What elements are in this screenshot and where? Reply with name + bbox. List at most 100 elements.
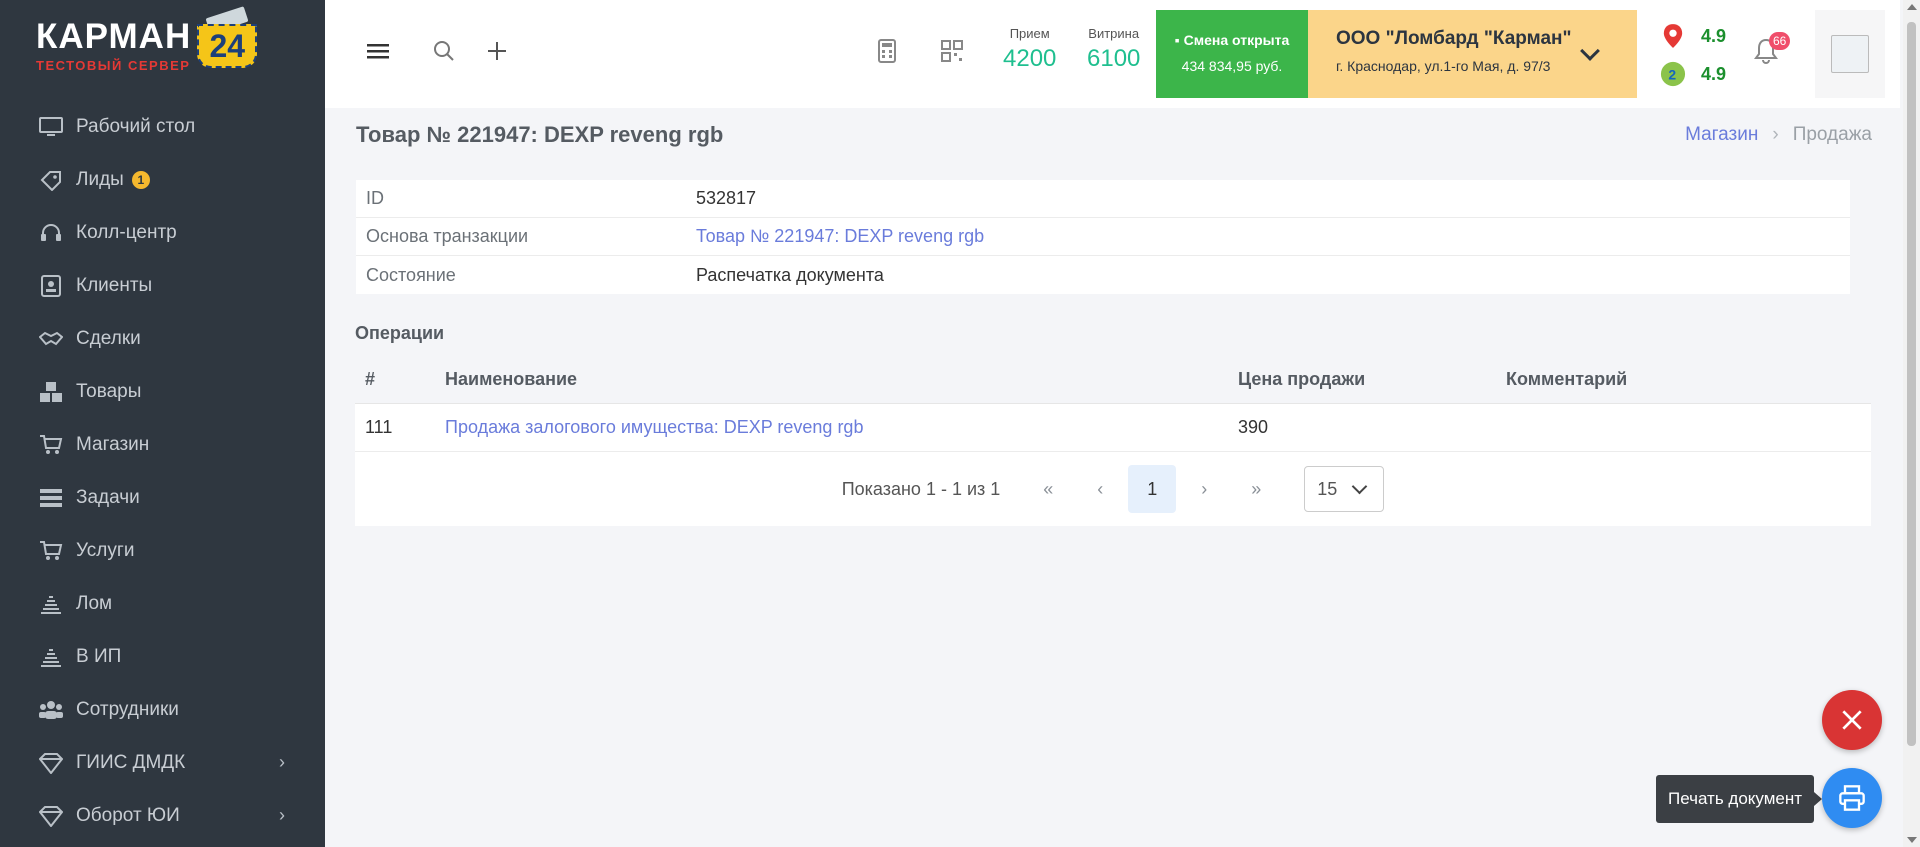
leads-count-badge: 1: [131, 170, 150, 189]
operations-heading: Операции: [355, 323, 445, 343]
rating-value: 4.9: [1701, 25, 1727, 46]
sidebar-item-employees[interactable]: Сотрудники: [0, 683, 325, 736]
top-header: Прием 4200 Витрина 6100 ▪ Смена открыта …: [325, 0, 1900, 108]
sidebar-item-desktop[interactable]: Рабочий стол: [0, 100, 325, 153]
sidebar-item-shop[interactable]: Магазин: [0, 418, 325, 471]
column-header[interactable]: #: [355, 369, 445, 390]
sidebar-item-label: Услуги: [76, 539, 135, 561]
pagination: Показано 1 - 1 из 1 « ‹ 1 › » 15: [355, 452, 1871, 526]
sidebar-item-clients[interactable]: Клиенты: [0, 259, 325, 312]
stat-value: 4200: [1003, 45, 1057, 72]
org-address: г. Краснодар, ул.1-го Мая, д. 97/3: [1336, 58, 1551, 74]
print-tooltip: Печать документ: [1656, 775, 1823, 823]
scroll-up-arrow-icon[interactable]: [1907, 4, 1917, 10]
calculator-icon[interactable]: [872, 36, 902, 66]
operations-table: # Наименование Цена продажи Комментарий …: [355, 356, 1871, 526]
page-button[interactable]: 1: [1128, 465, 1177, 513]
chevron-right-icon: ›: [1772, 124, 1779, 145]
stat-vitrina: Витрина 6100: [1087, 26, 1140, 73]
sidebar-item-goods[interactable]: Товары: [0, 365, 325, 418]
sidebar-item-giis-dmdk[interactable]: ГИИС ДМДК ›: [0, 736, 325, 789]
organization-selector[interactable]: ООО "Ломбард "Карман" г. Краснодар, ул.1…: [1308, 10, 1637, 98]
menu-toggle-icon[interactable]: [363, 36, 393, 66]
breadcrumb: Магазин › Продажа: [1685, 124, 1872, 146]
monitor-icon: [38, 116, 64, 138]
sidebar-item-label: Колл-центр: [76, 221, 177, 243]
details-key: Основа транзакции: [366, 226, 529, 246]
next-page-button[interactable]: ›: [1180, 465, 1228, 513]
boxes-icon: [38, 381, 64, 403]
headset-icon: [38, 222, 64, 244]
sidebar: КАРМАН ТЕСТОВЫЙ СЕРВЕР 24 Рабочий стол Л…: [0, 0, 325, 847]
tasks-icon: [38, 487, 64, 509]
scroll-down-arrow-icon[interactable]: [1907, 837, 1917, 843]
logo-word: КАРМАН: [36, 17, 192, 56]
stat-label: Прием: [1009, 26, 1050, 41]
cart-icon: [38, 434, 64, 456]
printer-icon: [1839, 785, 1865, 811]
shift-status-panel[interactable]: ▪ Смена открыта 434 834,95 руб.: [1156, 10, 1308, 98]
scrollbar-thumb[interactable]: [1907, 22, 1916, 746]
breadcrumb-shop-link[interactable]: Магазин: [1685, 124, 1758, 145]
close-icon: [1842, 710, 1862, 730]
details-key: ID: [366, 188, 384, 208]
rating-map[interactable]: 4.9: [1659, 22, 1726, 50]
sidebar-item-label: В ИП: [76, 645, 122, 667]
sidebar-item-ip[interactable]: В ИП: [0, 630, 325, 683]
page-title: Товар № 221947: DEXP reveng rgb: [356, 122, 724, 147]
first-page-button[interactable]: «: [1024, 465, 1072, 513]
operation-link[interactable]: Продажа залогового имущества: DEXP reven…: [445, 417, 1238, 438]
last-page-button[interactable]: »: [1232, 465, 1280, 513]
stat-priem: Прием 4200: [1003, 26, 1056, 73]
page-size-select[interactable]: 15: [1304, 466, 1385, 512]
column-header[interactable]: Комментарий: [1506, 369, 1871, 390]
diamond-icon: [38, 805, 64, 827]
rating-2gis[interactable]: 2 4.9: [1659, 60, 1726, 88]
sidebar-item-deals[interactable]: Сделки: [0, 312, 325, 365]
sidebar-item-scrap[interactable]: Лом: [0, 577, 325, 630]
table-cell: 390: [1238, 417, 1269, 437]
add-icon[interactable]: [482, 36, 512, 66]
details-row: ID 532817: [356, 180, 1850, 218]
logo-badge: 24: [195, 6, 259, 70]
column-header[interactable]: Наименование: [445, 369, 1238, 390]
user-avatar[interactable]: [1815, 10, 1885, 98]
logo[interactable]: КАРМАН ТЕСТОВЫЙ СЕРВЕР 24: [0, 0, 325, 100]
notifications-bell-icon[interactable]: 66: [1751, 32, 1791, 72]
close-fab-button[interactable]: [1822, 690, 1882, 750]
breadcrumb-current: Продажа: [1792, 124, 1872, 145]
sidebar-item-leads[interactable]: Лиды 1: [0, 153, 325, 206]
column-header[interactable]: Цена продажи: [1238, 369, 1506, 390]
print-document-button[interactable]: [1822, 768, 1882, 828]
qr-code-icon[interactable]: [937, 36, 967, 66]
sidebar-item-tasks[interactable]: Задачи: [0, 471, 325, 524]
rating-value: 4.9: [1701, 63, 1727, 84]
table-cell: 111: [365, 417, 393, 437]
stack-icon: [38, 593, 64, 615]
details-key: Состояние: [366, 264, 456, 285]
vertical-scrollbar[interactable]: [1903, 0, 1920, 847]
stat-value: 6100: [1087, 45, 1141, 72]
chevron-down-icon: [1352, 478, 1368, 495]
stack-icon: [38, 646, 64, 668]
sidebar-item-services[interactable]: Услуги: [0, 524, 325, 577]
details-row: Состояние Распечатка документа: [356, 256, 1850, 294]
sidebar-item-turnover[interactable]: Оборот ЮИ ›: [0, 789, 325, 842]
tag-icon: [38, 169, 64, 191]
chevron-right-icon: ›: [279, 805, 285, 825]
search-icon[interactable]: [429, 36, 459, 66]
page-size-value: 15: [1317, 478, 1338, 499]
stat-label: Витрина: [1088, 26, 1140, 41]
transaction-base-link[interactable]: Товар № 221947: DEXP reveng rgb: [696, 226, 984, 247]
details-value: 532817: [696, 188, 757, 208]
shift-status-label: Смена открыта: [1183, 32, 1290, 48]
puzzle-icon: ▪: [1174, 32, 1180, 48]
table-row: 111 Продажа залогового имущества: DEXP r…: [355, 404, 1871, 452]
details-value: Распечатка документа: [696, 264, 884, 285]
prev-page-button[interactable]: ‹: [1076, 465, 1124, 513]
users-icon: [38, 699, 64, 721]
sidebar-item-call-center[interactable]: Колл-центр: [0, 206, 325, 259]
details-row: Основа транзакции Товар № 221947: DEXP r…: [356, 218, 1850, 256]
2gis-icon: 2: [1659, 60, 1687, 88]
logo-subtitle: ТЕСТОВЫЙ СЕРВЕР: [36, 58, 191, 73]
